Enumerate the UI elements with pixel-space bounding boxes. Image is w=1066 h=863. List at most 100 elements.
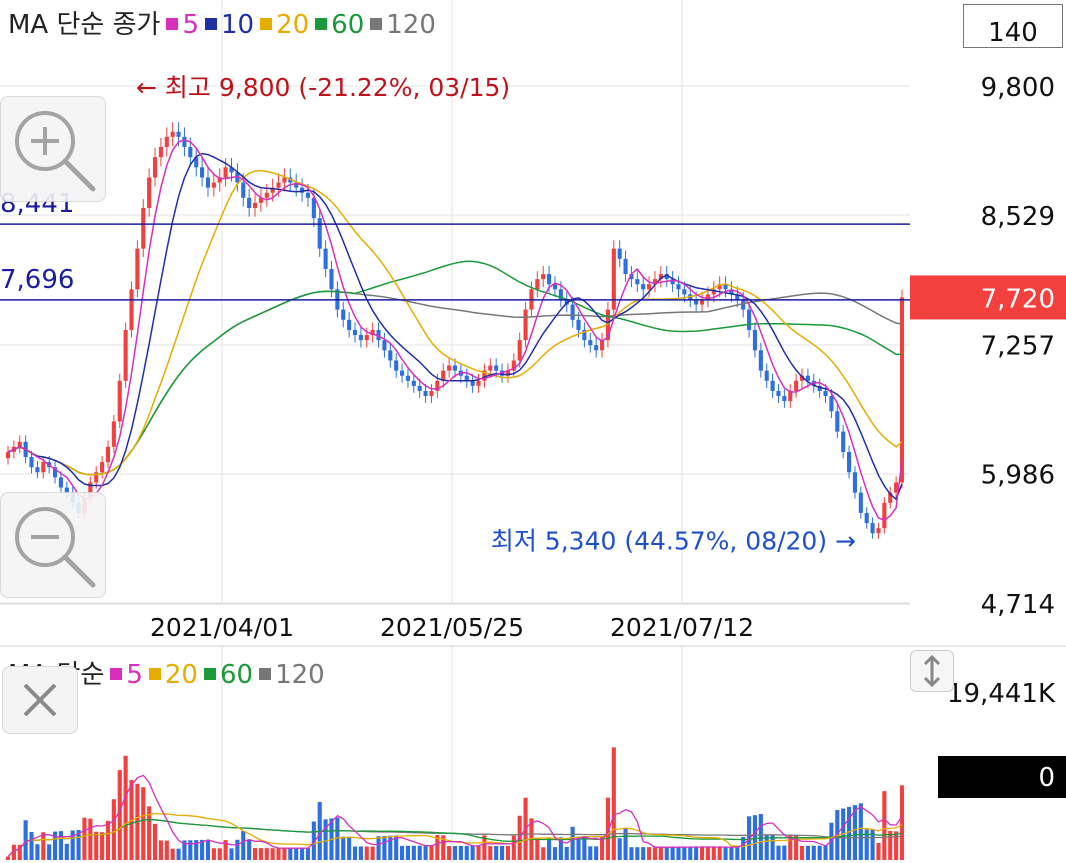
candle-body — [117, 380, 122, 422]
ma-5-line — [7, 139, 903, 521]
volume-bar — [405, 845, 411, 860]
volume-bar — [229, 848, 234, 860]
price-legend-label-10: 10 — [220, 10, 255, 40]
volume-bar — [305, 848, 311, 860]
volume-bar — [535, 837, 540, 860]
volume-bar — [494, 846, 499, 860]
candle-body — [794, 380, 799, 391]
zoom-out-button[interactable] — [0, 492, 106, 598]
candle-body — [352, 329, 358, 336]
volume-bar — [552, 847, 558, 860]
candle-body — [523, 309, 528, 341]
candle-body — [123, 329, 128, 381]
volume-bar — [282, 848, 287, 860]
candle-body — [252, 202, 258, 208]
volume-bar — [164, 840, 169, 860]
volume-bar — [652, 847, 658, 860]
volume-bar — [858, 803, 863, 860]
candle-body — [241, 182, 246, 198]
volume-bar — [752, 815, 758, 860]
volume-bar — [658, 847, 663, 860]
y-tick-label: 5,986 — [981, 461, 1055, 491]
volume-bar — [594, 846, 599, 860]
volume-bar — [288, 848, 293, 860]
candle-body — [17, 441, 22, 447]
volume-bar — [805, 845, 810, 860]
volume-bar — [799, 845, 805, 860]
candle-body — [647, 284, 652, 290]
volume-bar — [694, 846, 699, 860]
candle-body — [305, 192, 311, 198]
period-box[interactable]: 140 — [963, 4, 1063, 48]
volume-bar — [205, 839, 211, 860]
volume-bar — [35, 844, 40, 860]
volume-legend-label-20: 20 — [164, 660, 198, 690]
vertical-resize-icon — [923, 654, 941, 688]
volume-bar — [376, 836, 381, 860]
candle-body — [417, 385, 422, 391]
volume-bar — [782, 845, 787, 860]
candle-body — [447, 365, 452, 371]
volume-bar — [629, 847, 634, 860]
volume-bar — [488, 846, 493, 860]
volume-bar — [582, 836, 587, 860]
candle-body — [141, 207, 146, 249]
volume-legend-swatch-120 — [259, 668, 272, 680]
candle-body — [899, 297, 905, 483]
volume-bar — [88, 818, 93, 860]
resize-pane-button[interactable] — [910, 650, 954, 692]
candle-body — [864, 512, 869, 524]
candle-body — [747, 309, 752, 330]
candle-body — [394, 360, 399, 371]
price-legend-swatch-10 — [204, 18, 217, 30]
volume-bar — [735, 846, 740, 860]
volume-bar — [276, 848, 281, 860]
candle-body — [347, 319, 352, 330]
zoom-in-button[interactable] — [0, 96, 106, 202]
volume-bar — [776, 845, 781, 860]
candle-body — [764, 370, 769, 381]
volume-bar — [252, 848, 258, 860]
candle-body — [852, 472, 858, 493]
candle-body — [135, 248, 140, 290]
candle-body — [494, 365, 499, 371]
y-tick-label: 9,800 — [981, 73, 1055, 103]
volume-bar — [117, 770, 122, 860]
x-tick-label: 2021/05/25 — [380, 613, 524, 642]
volume-bar — [682, 847, 687, 860]
volume-bar — [699, 846, 705, 860]
candle-body — [517, 340, 522, 361]
volume-bar — [323, 819, 328, 860]
stock-chart[interactable]: 9,800 8,529 7,257 5,986 4,714 2021/04/01 2021/… — [0, 0, 1066, 863]
volume-bar — [211, 848, 216, 860]
volume-bar — [723, 847, 728, 860]
volume-bar — [894, 831, 899, 860]
volume-bar — [811, 845, 816, 860]
candle-body — [58, 477, 63, 488]
candle-body — [129, 289, 134, 330]
candle-body — [423, 390, 428, 397]
ma-10-line — [7, 152, 903, 501]
price-chart[interactable]: 9,800 8,529 7,257 5,986 4,714 2021/04/01 2021/… — [0, 0, 1066, 863]
candle-body — [323, 248, 328, 269]
x-tick-label: 2021/04/01 — [150, 613, 294, 642]
volume-bar — [105, 820, 111, 860]
candle-body — [247, 197, 252, 208]
candle-body — [100, 462, 105, 473]
volume-bar — [576, 836, 581, 860]
volume-bar — [888, 830, 893, 860]
volume-legend-swatch-5 — [110, 668, 123, 680]
candle-body — [329, 268, 334, 290]
x-tick-label: 2021/07/12 — [610, 613, 754, 642]
high-annotation: ← 최고 9,800 (-21.22%, 03/15) — [136, 73, 510, 102]
volume-bar — [717, 847, 722, 860]
candle-body — [547, 274, 552, 285]
volume-bar — [458, 845, 463, 860]
volume-bar — [470, 845, 475, 860]
volume-legend-swatch-60 — [203, 668, 216, 680]
volume-bar — [64, 843, 69, 860]
volume-bar — [899, 785, 905, 860]
close-indicator-button[interactable] — [2, 666, 78, 734]
volume-bar — [688, 846, 693, 860]
volume-bar — [300, 848, 305, 860]
